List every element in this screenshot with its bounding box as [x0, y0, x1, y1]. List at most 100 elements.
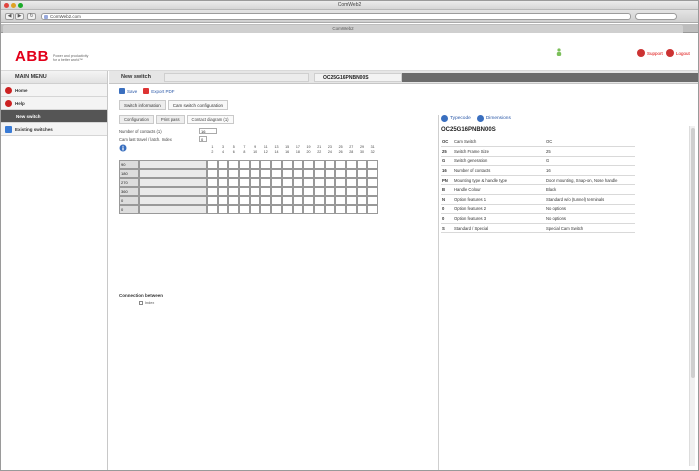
scrollbar-thumb[interactable]: [691, 128, 695, 378]
grid-cell[interactable]: [281, 160, 293, 169]
grid-cell[interactable]: [249, 187, 261, 196]
tab-print-pass[interactable]: Print pass: [155, 115, 185, 124]
grid-cell[interactable]: [367, 196, 378, 205]
grid-cell[interactable]: [324, 160, 336, 169]
grid-cell[interactable]: [356, 196, 368, 205]
grid-cell[interactable]: [228, 196, 240, 205]
grid-cell[interactable]: [228, 178, 240, 187]
grid-cell[interactable]: [313, 178, 325, 187]
tab-contact-diagram[interactable]: Contact diagram (1): [186, 115, 234, 124]
tab-cam-switch-configuration[interactable]: Cam switch configuration: [167, 100, 229, 110]
grid-cell[interactable]: [260, 169, 272, 178]
grid-cell[interactable]: [292, 196, 304, 205]
grid-cell[interactable]: [207, 160, 218, 169]
grid-cell[interactable]: [356, 178, 368, 187]
grid-cell[interactable]: [345, 178, 357, 187]
grid-cell[interactable]: [228, 187, 240, 196]
grid-cell[interactable]: [260, 205, 272, 214]
grid-cell[interactable]: [303, 169, 314, 178]
latching-input[interactable]: 0: [199, 136, 207, 142]
grid-cell[interactable]: [249, 169, 261, 178]
grid-cell[interactable]: [345, 196, 357, 205]
grid-cell[interactable]: [217, 160, 229, 169]
grid-cell[interactable]: [271, 196, 282, 205]
grid-cell[interactable]: [249, 178, 261, 187]
grid-cell[interactable]: [217, 205, 229, 214]
grid-cell[interactable]: [335, 196, 346, 205]
grid-cell[interactable]: [367, 187, 378, 196]
grid-cell[interactable]: [303, 196, 314, 205]
sidebar-item-new-switch[interactable]: New switch: [1, 110, 107, 123]
grid-cell[interactable]: [313, 160, 325, 169]
grid-cell[interactable]: [345, 169, 357, 178]
grid-cell[interactable]: [324, 187, 336, 196]
grid-cell[interactable]: [207, 178, 218, 187]
reload-button[interactable]: ↻: [27, 13, 36, 20]
grid-cell[interactable]: [271, 169, 282, 178]
grid-cell[interactable]: [207, 205, 218, 214]
tab-typecode[interactable]: Typecode: [441, 115, 471, 122]
grid-cell[interactable]: [281, 196, 293, 205]
save-button[interactable]: Save: [119, 88, 137, 94]
grid-cell[interactable]: [228, 205, 240, 214]
grid-cell[interactable]: [207, 187, 218, 196]
grid-cell[interactable]: [271, 160, 282, 169]
grid-cell[interactable]: [335, 178, 346, 187]
grid-cell[interactable]: [367, 169, 378, 178]
grid-cell[interactable]: [356, 187, 368, 196]
grid-cell[interactable]: [303, 205, 314, 214]
grid-cell[interactable]: [313, 196, 325, 205]
grid-cell[interactable]: [367, 160, 378, 169]
switch-name-field[interactable]: [164, 73, 309, 82]
grid-cell[interactable]: [239, 187, 250, 196]
back-button[interactable]: ◀: [5, 13, 14, 20]
grid-cell[interactable]: [345, 187, 357, 196]
grid-cell[interactable]: [239, 178, 250, 187]
grid-cell[interactable]: [281, 187, 293, 196]
info-icon[interactable]: [119, 144, 127, 152]
grid-cell[interactable]: [367, 205, 378, 214]
grid-cell[interactable]: [260, 187, 272, 196]
support-link[interactable]: Support: [637, 49, 663, 57]
grid-cell[interactable]: [249, 160, 261, 169]
search-field[interactable]: [635, 13, 677, 20]
sidebar-item-existing-switches[interactable]: Existing switches: [1, 123, 107, 136]
grid-cell[interactable]: [335, 205, 346, 214]
tab-dimensions[interactable]: Dimensions: [476, 115, 511, 122]
browser-tab[interactable]: ComWeb2: [3, 25, 683, 33]
grid-cell[interactable]: [281, 178, 293, 187]
grid-cell[interactable]: [239, 169, 250, 178]
grid-cell[interactable]: [239, 205, 250, 214]
grid-cell[interactable]: [303, 187, 314, 196]
grid-cell[interactable]: [207, 196, 218, 205]
grid-cell[interactable]: [292, 169, 304, 178]
tab-switch-information[interactable]: Switch information: [119, 100, 166, 110]
grid-cell[interactable]: [345, 205, 357, 214]
grid-cell[interactable]: [356, 205, 368, 214]
grid-cell[interactable]: [239, 196, 250, 205]
grid-cell[interactable]: [207, 169, 218, 178]
scrollbar[interactable]: [689, 126, 695, 466]
grid-cell[interactable]: [292, 178, 304, 187]
grid-cell[interactable]: [292, 187, 304, 196]
grid-cell[interactable]: [271, 187, 282, 196]
grid-cell[interactable]: [292, 205, 304, 214]
grid-cell[interactable]: [335, 187, 346, 196]
grid-cell[interactable]: [345, 160, 357, 169]
grid-cell[interactable]: [324, 196, 336, 205]
grid-cell[interactable]: [217, 178, 229, 187]
grid-cell[interactable]: [271, 205, 282, 214]
grid-cell[interactable]: [313, 205, 325, 214]
grid-cell[interactable]: [260, 160, 272, 169]
grid-cell[interactable]: [313, 187, 325, 196]
grid-cell[interactable]: [228, 160, 240, 169]
sidebar-item-home[interactable]: Home: [1, 84, 107, 97]
grid-cell[interactable]: [217, 169, 229, 178]
contacts-input[interactable]: 16: [199, 128, 217, 134]
user-icon[interactable]: [556, 48, 562, 56]
grid-cell[interactable]: [367, 178, 378, 187]
grid-cell[interactable]: [260, 196, 272, 205]
grid-cell[interactable]: [260, 178, 272, 187]
grid-cell[interactable]: [324, 178, 336, 187]
sidebar-item-help[interactable]: Help: [1, 97, 107, 110]
